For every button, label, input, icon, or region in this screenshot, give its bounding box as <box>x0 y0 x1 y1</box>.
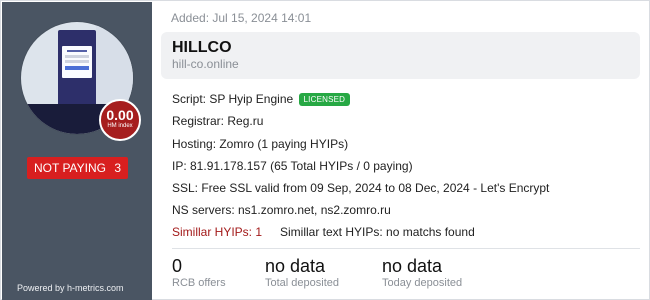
ssl-row: SSL: Free SSL valid from 09 Sep, 2024 to… <box>172 181 550 195</box>
ns-servers-row: NS servers: ns1.zomro.net, ns2.zomro.ru <box>172 203 391 217</box>
powered-by-link[interactable]: Powered by h-metrics.com <box>17 283 124 293</box>
hm-index-badge: 0.00 HM index <box>99 99 141 141</box>
rcb-label: RCB offers <box>172 277 226 289</box>
licensed-badge: LICENSED <box>298 93 351 106</box>
sidebar-panel: 0.00 HM index NOT PAYING 3 Powered by h-… <box>2 2 152 300</box>
today-deposited-stat: no data Today deposited <box>382 256 462 289</box>
similar-hyips-link[interactable]: Simillar HYIPs: 1 <box>172 225 262 239</box>
rcb-stat: 0 RCB offers <box>172 256 226 289</box>
similar-text-hyips: Simillar text HYIPs: no matchs found <box>280 225 475 239</box>
hm-index-value: 0.00 <box>106 107 134 123</box>
status-badge[interactable]: NOT PAYING 3 <box>27 157 128 179</box>
registrar-row: Registrar: Reg.ru <box>172 114 264 128</box>
similar-row: Simillar HYIPs: 1 Simillar text HYIPs: n… <box>172 225 475 239</box>
divider <box>172 248 640 249</box>
today-deposited-value: no data <box>382 256 443 276</box>
project-url[interactable]: hill-co.online <box>172 57 239 71</box>
ip-row: IP: 81.91.178.157 (65 Total HYIPs / 0 pa… <box>172 159 413 173</box>
today-deposited-label: Today deposited <box>382 277 463 289</box>
rcb-value: 0 <box>172 256 183 276</box>
total-deposited-stat: no data Total deposited <box>265 256 339 289</box>
project-name[interactable]: HILLCO <box>172 39 232 57</box>
script-row: Script: SP Hyip Engine LICENSED <box>172 92 351 106</box>
hyip-card: 0.00 HM index NOT PAYING 3 Powered by h-… <box>0 0 650 300</box>
title-box: HILLCO hill-co.online <box>161 32 640 79</box>
hm-index-label: HM index <box>107 123 133 129</box>
total-deposited-value: no data <box>265 256 326 276</box>
thumbnail-login-form <box>62 46 92 78</box>
added-date: Added: Jul 15, 2024 14:01 <box>171 11 312 25</box>
script-label: Script: SP Hyip Engine <box>172 92 294 106</box>
total-deposited-label: Total deposited <box>265 277 339 289</box>
status-count: 3 <box>114 161 121 175</box>
status-label: NOT PAYING <box>34 161 107 175</box>
hosting-row: Hosting: Zomro (1 paying HYIPs) <box>172 137 349 151</box>
